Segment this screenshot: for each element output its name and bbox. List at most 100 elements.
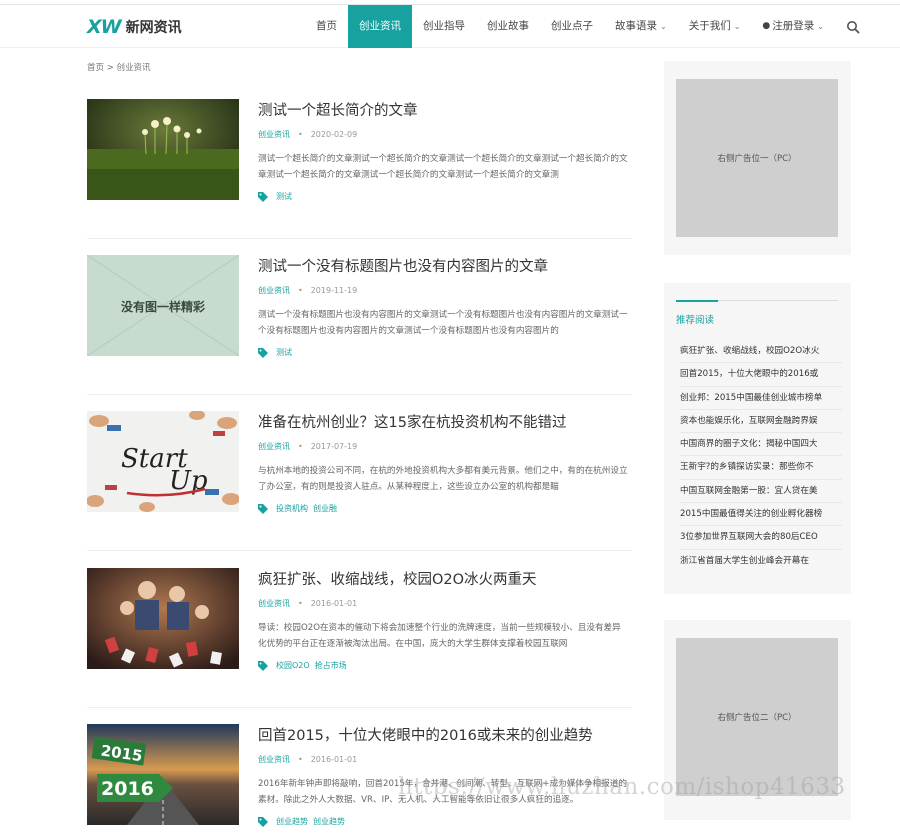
chevron-down-icon: ⌄ — [817, 22, 824, 31]
recommend-item[interactable]: 疯狂扩张、收缩战线，校园O2O冰火 — [680, 340, 842, 364]
article-tags: 测试 — [258, 347, 297, 358]
recommend-item[interactable]: 浙江省首届大学生创业峰会开幕在 — [680, 550, 842, 573]
nav-label: 故事语录 — [615, 20, 657, 32]
article-tags: 测试 — [258, 191, 297, 202]
nav-item-login[interactable]: ● 注册登录 ⌄ — [751, 5, 835, 48]
nav-item-startup-ideas[interactable]: 创业点子 — [540, 5, 604, 48]
article-date: 2019-11-19 — [310, 286, 358, 295]
article-thumbnail[interactable]: 没有图一样精彩 — [87, 255, 239, 356]
recommend-item[interactable]: 中国商界的圈子文化：揭秘中国四大 — [680, 433, 842, 457]
recommend-item[interactable]: 回首2015，十位大佬眼中的2016或 — [680, 363, 842, 387]
article-title[interactable]: 测试一个超长简介的文章 — [258, 99, 418, 120]
article-thumbnail[interactable]: Start Up — [87, 411, 239, 512]
article-tag[interactable]: 创业趋势 — [276, 816, 308, 827]
logo-text: 新网资讯 — [125, 20, 182, 36]
article-date: 2016-01-01 — [310, 599, 358, 608]
article-tag[interactable]: 校园O2O — [276, 660, 310, 671]
article-excerpt: 与杭州本地的投资公司不同，在杭的外地投资机构大多都有美元背景。他们之中，有的在杭… — [258, 466, 628, 492]
thumbnail-image: 2015 2016 — [87, 724, 239, 825]
thumbnail-image: 没有图一样精彩 — [87, 255, 239, 356]
nav-item-about[interactable]: 关于我们 ⌄ — [678, 5, 752, 48]
article-title[interactable]: 回首2015，十位大佬眼中的2016或未来的创业趋势 — [258, 724, 593, 745]
thumbnail-text: 2016 — [101, 778, 154, 800]
nav-label: 关于我们 — [688, 20, 731, 32]
article-tags: 投资机构 创业融 — [258, 503, 342, 514]
article-thumbnail[interactable] — [87, 99, 239, 200]
nav-item-startup-guide[interactable]: 创业指导 — [412, 5, 476, 48]
article-item: 没有图一样精彩 测试一个没有标题图片也没有内容图片的文章 创业资讯 • 2019-1… — [87, 255, 632, 395]
ad-placeholder-1[interactable]: 右侧广告位一（PC） — [676, 79, 838, 237]
nav-item-quotes[interactable]: 故事语录 ⌄ — [604, 5, 678, 48]
article-tag[interactable]: 测试 — [276, 347, 292, 358]
site-logo[interactable]: XW 新网资讯 — [87, 14, 182, 40]
article-tag[interactable]: 投资机构 — [276, 503, 308, 514]
nav-label: 创业指导 — [423, 20, 465, 32]
recommend-item[interactable]: 3位参加世界互联网大会的80后CEO — [680, 526, 842, 550]
thumbnail-text: 没有图一样精彩 — [121, 299, 205, 314]
article-excerpt: 测试一个没有标题图片也没有内容图片的文章测试一个没有标题图片也没有内容图片的文章… — [258, 310, 628, 336]
meta-separator: • — [298, 755, 303, 764]
nav-label: 创业资讯 — [359, 20, 401, 32]
nav-label: 创业故事 — [487, 20, 529, 32]
search-icon[interactable] — [846, 20, 860, 34]
article-category[interactable]: 创业资讯 — [258, 599, 290, 608]
article-meta: 创业资讯 • 2016-01-01 — [258, 598, 357, 609]
tag-icon — [258, 816, 268, 827]
sidebar-ad-box-1: 右侧广告位一（PC） — [664, 61, 851, 255]
meta-separator: • — [298, 130, 303, 139]
recommend-item[interactable]: 创业邦：2015中国最佳创业城市榜单 — [680, 387, 842, 410]
article-excerpt: 测试一个超长简介的文章测试一个超长简介的文章测试一个超长简介的文章测试一个超长简… — [258, 154, 628, 180]
main-nav: 首页 创业资讯 创业指导 创业故事 创业点子 故事语录 ⌄ 关于我们 ⌄ ● 注册登录… — [305, 5, 835, 48]
tag-icon — [258, 191, 268, 202]
article-date: 2016-01-01 — [310, 755, 358, 764]
article-tag[interactable]: 测试 — [276, 191, 292, 202]
meta-separator: • — [298, 286, 303, 295]
article-title[interactable]: 准备在杭州创业？这15家在杭投资机构不能错过 — [258, 411, 566, 432]
article-category[interactable]: 创业资讯 — [258, 755, 290, 764]
thumbnail-image — [87, 99, 239, 200]
nav-item-startup-news[interactable]: 创业资讯 — [348, 5, 412, 48]
article-tag[interactable]: 创业融 — [313, 503, 337, 514]
meta-separator: • — [298, 599, 303, 608]
article-title[interactable]: 疯狂扩张、收缩战线，校园O2O冰火两重天 — [258, 568, 537, 589]
watermark: https://www.huzhan.com/ishop41633 — [398, 774, 846, 800]
breadcrumb[interactable]: 首页 > 创业资讯 — [87, 61, 151, 73]
site-header: XW 新网资讯 首页 创业资讯 创业指导 创业故事 创业点子 故事语录 ⌄ 关于我… — [0, 4, 900, 48]
recommend-list: 疯狂扩张、收缩战线，校园O2O冰火 回首2015，十位大佬眼中的2016或 创业… — [680, 340, 842, 573]
chevron-down-icon: ⌄ — [660, 22, 667, 31]
article-tags: 创业趋势 创业趋势 — [258, 816, 350, 827]
article-tag[interactable]: 创业趋势 — [313, 816, 345, 827]
nav-label: 首页 — [316, 20, 337, 32]
thumbnail-image: Start Up — [87, 411, 239, 512]
article-date: 2017-07-19 — [310, 442, 358, 451]
article-tag[interactable]: 抢占市场 — [315, 660, 347, 671]
article-excerpt: 导读：校园O2O在资本的催动下将会加速整个行业的洗牌速度，当前一些规模较小、且没… — [258, 623, 621, 649]
meta-separator: • — [298, 442, 303, 451]
recommend-item[interactable]: 中国互联网金融第一股：宜人贷在美 — [680, 480, 842, 504]
ad-placeholder-2[interactable]: 右侧广告位二（PC） — [676, 638, 838, 796]
nav-label: 注册登录 — [772, 20, 815, 32]
tag-icon — [258, 660, 268, 671]
recommend-item[interactable]: 王新宇?的乡镇探访实录：那些你不 — [680, 456, 842, 480]
article-meta: 创业资讯 • 2019-11-19 — [258, 285, 357, 296]
article-title[interactable]: 测试一个没有标题图片也没有内容图片的文章 — [258, 255, 548, 276]
tag-icon — [258, 347, 268, 358]
nav-item-startup-stories[interactable]: 创业故事 — [476, 5, 540, 48]
nav-item-home[interactable]: 首页 — [305, 5, 348, 48]
section-title: 推荐阅读 — [676, 315, 715, 326]
article-item: 测试一个超长简介的文章 创业资讯 • 2020-02-09 测试一个超长简介的文章测… — [87, 99, 632, 239]
recommend-item[interactable]: 2015中国最值得关注的创业孵化器榜 — [680, 503, 842, 527]
article-item: Start Up 准备在杭州创业？这15家在杭投资机构不能错过 创业资讯 • 201… — [87, 411, 632, 551]
article-category[interactable]: 创业资讯 — [258, 286, 290, 295]
logo-mark: XW — [87, 16, 122, 38]
recommend-item[interactable]: 资本也能娱乐化，互联网金融跨界娱 — [680, 410, 842, 434]
article-item: 疯狂扩张、收缩战线，校园O2O冰火两重天 创业资讯 • 2016-01-01 导读：… — [87, 568, 632, 708]
user-icon: ● — [762, 21, 771, 31]
article-thumbnail[interactable]: 2015 2016 — [87, 724, 239, 825]
article-category[interactable]: 创业资讯 — [258, 442, 290, 451]
section-divider — [676, 300, 838, 302]
article-thumbnail[interactable] — [87, 568, 239, 669]
recommended-reading: 推荐阅读 疯狂扩张、收缩战线，校园O2O冰火 回首2015，十位大佬眼中的201… — [664, 283, 851, 594]
article-date: 2020-02-09 — [310, 130, 358, 139]
article-category[interactable]: 创业资讯 — [258, 130, 290, 139]
